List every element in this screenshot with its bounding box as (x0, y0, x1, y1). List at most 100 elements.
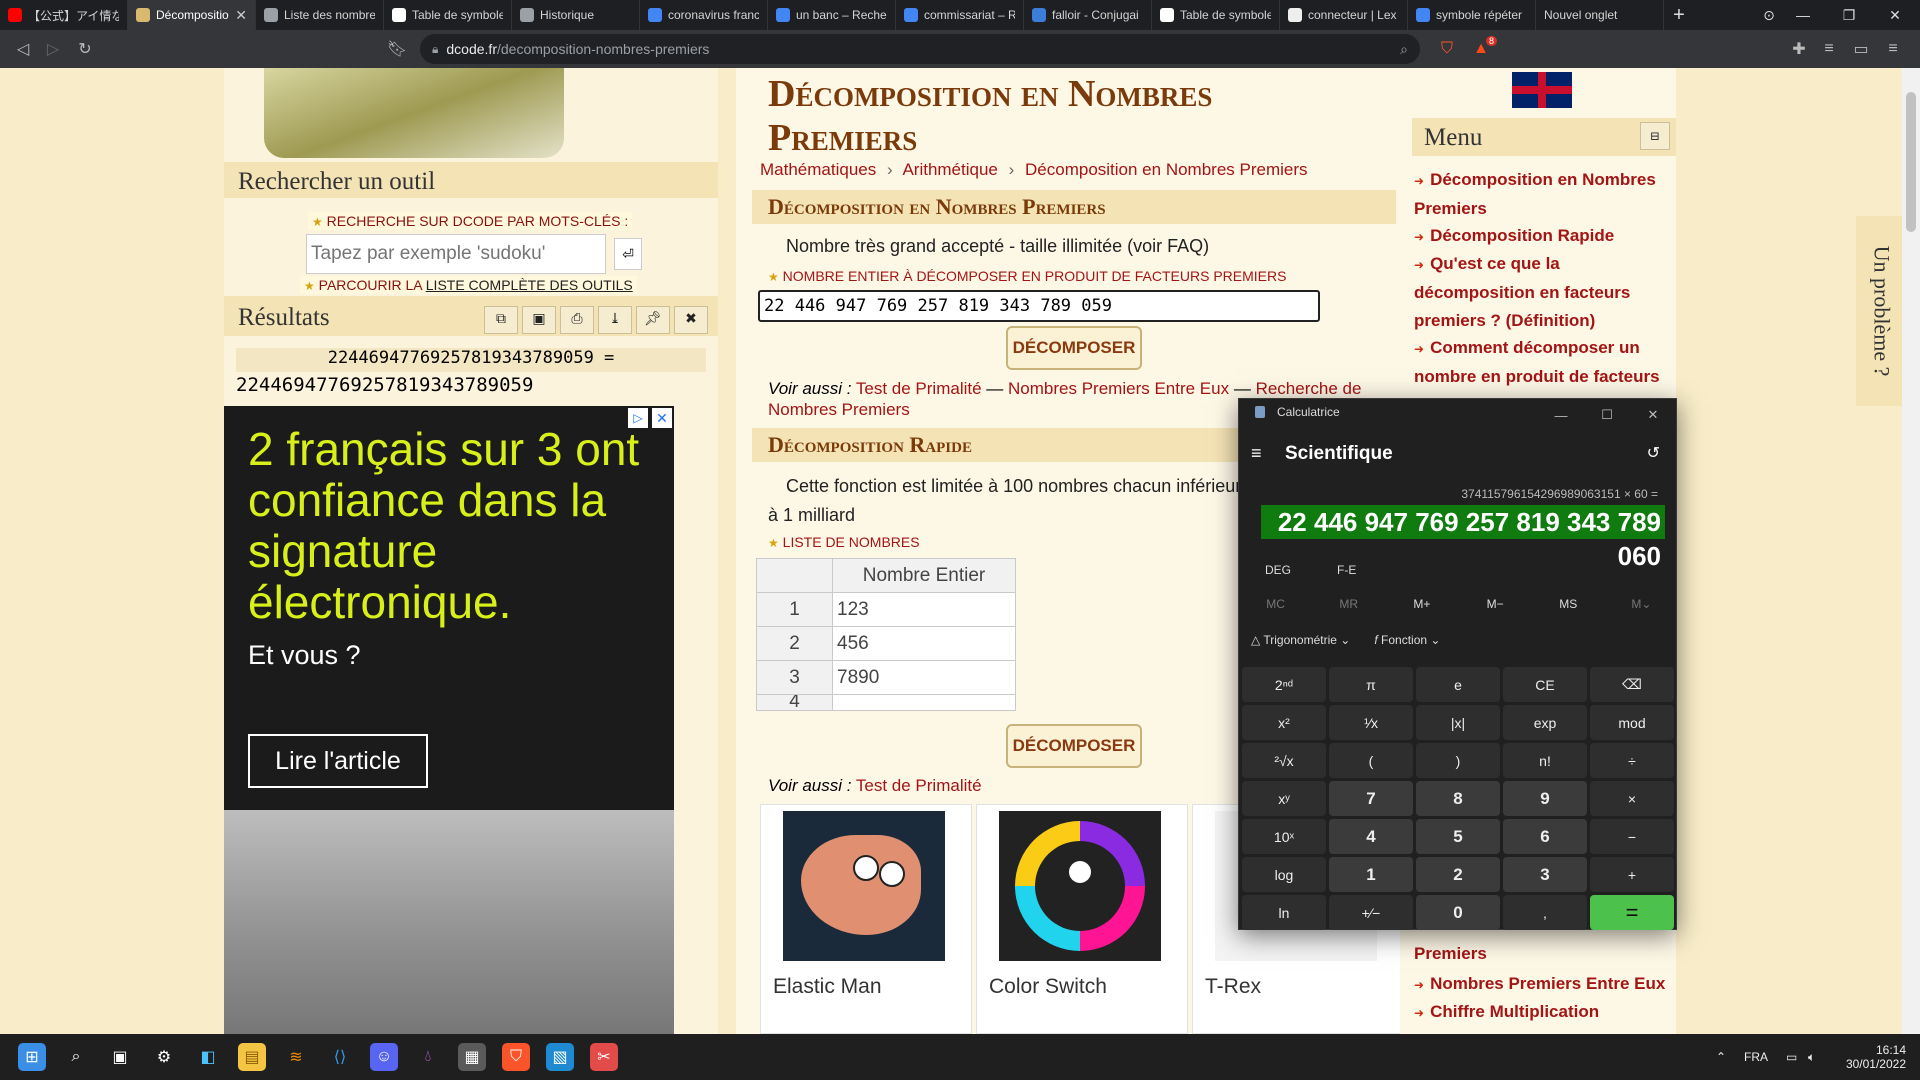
breadcrumb-item-mathematiques[interactable]: Mathématiques (760, 160, 876, 179)
calc-key[interactable]: xʸ (1242, 781, 1326, 816)
close-icon[interactable]: ✖ (674, 305, 708, 334)
tab-close-icon[interactable]: ✕ (235, 7, 247, 24)
deg-toggle[interactable]: DEG (1265, 563, 1291, 577)
menu-item-how-to[interactable]: ➜ Comment décomposer un nombre en produit… (1414, 334, 1664, 391)
forward-icon[interactable]: ▷ (38, 34, 68, 64)
calc-key[interactable]: , (1503, 895, 1587, 930)
calc-key[interactable]: ÷ (1590, 743, 1674, 778)
ad-read-article-button[interactable]: Lire l'article (248, 734, 428, 788)
settings-icon[interactable]: ⚙ (150, 1043, 178, 1071)
calc-key[interactable]: 2ⁿᵈ (1242, 667, 1326, 702)
calc-key[interactable]: 2 (1416, 857, 1500, 892)
browser-tab[interactable]: falloir - Conjugai (1024, 0, 1152, 30)
link-coprime-numbers[interactable]: Nombres Premiers Entre Eux (1008, 379, 1229, 398)
table-row[interactable]: 1 123 (756, 592, 1016, 627)
search-icon[interactable]: ⌕ (62, 1043, 90, 1071)
english-flag-icon[interactable] (1512, 72, 1572, 108)
calc-key[interactable]: exp (1503, 705, 1587, 740)
menu-icon[interactable]: ≡ (1878, 34, 1908, 64)
copy-icon[interactable]: ⧉ (484, 306, 518, 334)
link-primality-test[interactable]: Test de Primalité (856, 379, 982, 398)
row-value[interactable]: 123 (832, 592, 1016, 627)
close-window-icon[interactable]: ✕ (1872, 0, 1918, 30)
layers-app-icon[interactable]: ≋ (282, 1043, 310, 1071)
row-value[interactable]: 7890 (832, 660, 1016, 695)
calc-key[interactable]: x² (1242, 705, 1326, 740)
numbers-table[interactable]: Nombre Entier 1 123 2 456 3 7890 4 (756, 558, 1016, 711)
calc-key[interactable]: ) (1416, 743, 1500, 778)
wallet-icon[interactable]: ▭ (1846, 34, 1876, 64)
menu-item-definition[interactable]: ➜ Qu'est ce que la décomposition en facte… (1414, 250, 1664, 335)
calc-key[interactable]: ²√x (1242, 743, 1326, 778)
save-icon[interactable]: ▣ (522, 305, 556, 334)
search-input[interactable] (306, 234, 606, 274)
clock[interactable]: 16:14 30/01/2022 (1842, 1034, 1906, 1080)
trigonometry-dropdown[interactable]: △ Trigonométrie ⌄ (1251, 633, 1350, 647)
report-problem-tab[interactable]: Un problème ? (1856, 216, 1906, 406)
url-bar[interactable]: 🔒︎ dcode.fr/decomposition-nombres-premie… (420, 34, 1420, 64)
calc-key[interactable]: 10ˣ (1242, 819, 1326, 854)
calc-key[interactable]: ( (1329, 743, 1413, 778)
memory-clear-button[interactable]: MC (1239, 589, 1312, 619)
memory-recall-button[interactable]: MR (1312, 589, 1385, 619)
menu-item-multiplication-cipher[interactable]: ➜ Chiffre Multiplication (1414, 998, 1599, 1027)
table-row[interactable]: 2 456 (756, 626, 1016, 661)
tray-overflow-icon[interactable]: ⌃ (1716, 1034, 1726, 1080)
search-submit-button[interactable]: ⏎ (614, 238, 642, 270)
breadcrumb-item-decomposition[interactable]: Décomposition en Nombres Premiers (1025, 160, 1308, 179)
calc-key[interactable]: ⌫ (1590, 667, 1674, 702)
volume-icon[interactable]: 🔈︎ (1808, 1034, 1815, 1080)
row-value[interactable] (832, 694, 1016, 711)
print-icon[interactable]: ⎙ (560, 306, 594, 334)
vscode-icon[interactable]: ⟨⟩ (326, 1043, 354, 1071)
ad-choices-icon[interactable]: ▷ (628, 408, 648, 428)
calc-key[interactable]: ¹⁄x (1329, 705, 1413, 740)
playlist-icon[interactable]: ≡ (1814, 34, 1844, 64)
calc-key[interactable]: ln (1242, 895, 1326, 930)
drop-app-icon[interactable]: 💧︎ (414, 1043, 442, 1071)
memory-store-button[interactable]: MS (1532, 589, 1605, 619)
calc-key[interactable]: CE (1503, 667, 1587, 702)
minimize-icon[interactable]: — (1538, 399, 1584, 431)
zoom-icon[interactable]: ⌕ (1400, 41, 1408, 58)
decompose-list-button[interactable]: DÉCOMPOSER (1006, 724, 1142, 768)
calc-key[interactable]: + (1590, 857, 1674, 892)
memory-list-button[interactable]: M⌄ (1605, 589, 1678, 619)
browse-all-tools-link[interactable]: LISTE COMPLÈTE DES OUTILS (426, 277, 633, 293)
back-icon[interactable]: ◁ (8, 34, 38, 64)
browser-tab[interactable]: Table de symbole (384, 0, 512, 30)
page-scrollbar[interactable] (1902, 68, 1920, 1034)
calc-key[interactable]: = (1590, 895, 1674, 930)
browser-tab[interactable]: connecteur | Lex (1280, 0, 1408, 30)
browser-tab[interactable]: Nouvel onglet (1536, 0, 1664, 30)
calculator-window[interactable]: Calculatrice — ☐ ✕ ≡ Scientifique ↺ 3741… (1238, 398, 1677, 930)
calc-key[interactable]: log (1242, 857, 1326, 892)
pin-icon[interactable]: 📌︎ (636, 305, 670, 334)
photos-icon[interactable]: ▧ (546, 1043, 574, 1071)
calc-key[interactable]: 5 (1416, 819, 1500, 854)
close-icon[interactable]: ✕ (1630, 399, 1676, 431)
calc-key[interactable]: 4 (1329, 819, 1413, 854)
table-row[interactable]: 3 7890 (756, 660, 1016, 695)
network-icon[interactable]: ▭ (1786, 1034, 1797, 1080)
browser-tab[interactable]: Table de symbole (1152, 0, 1280, 30)
browser-tab[interactable]: Historique (512, 0, 640, 30)
advertisement[interactable]: 2 français sur 3 ont confiance dans la s… (224, 406, 674, 1034)
memory-add-button[interactable]: M+ (1385, 589, 1458, 619)
minimize-window-icon[interactable]: — (1780, 0, 1826, 30)
game-card-elastic-man[interactable]: Elastic Man (760, 804, 972, 1034)
calc-key[interactable]: 6 (1503, 819, 1587, 854)
browser-tab[interactable]: Liste des nombre (256, 0, 384, 30)
calc-key[interactable]: |x| (1416, 705, 1500, 740)
link-primality-test[interactable]: Test de Primalité (856, 776, 982, 795)
calc-key[interactable]: − (1590, 819, 1674, 854)
row-value[interactable]: 456 (832, 626, 1016, 661)
download-icon[interactable]: ⤓ (598, 305, 632, 334)
calc-key[interactable]: π (1329, 667, 1413, 702)
calc-key[interactable]: 7 (1329, 781, 1413, 816)
game-card-color-switch[interactable]: Color Switch (976, 804, 1188, 1034)
browser-tab[interactable]: un banc – Recher (768, 0, 896, 30)
table-row[interactable]: 4 (756, 694, 1016, 711)
calc-key[interactable]: e (1416, 667, 1500, 702)
decompose-button[interactable]: DÉCOMPOSER (1006, 326, 1142, 370)
